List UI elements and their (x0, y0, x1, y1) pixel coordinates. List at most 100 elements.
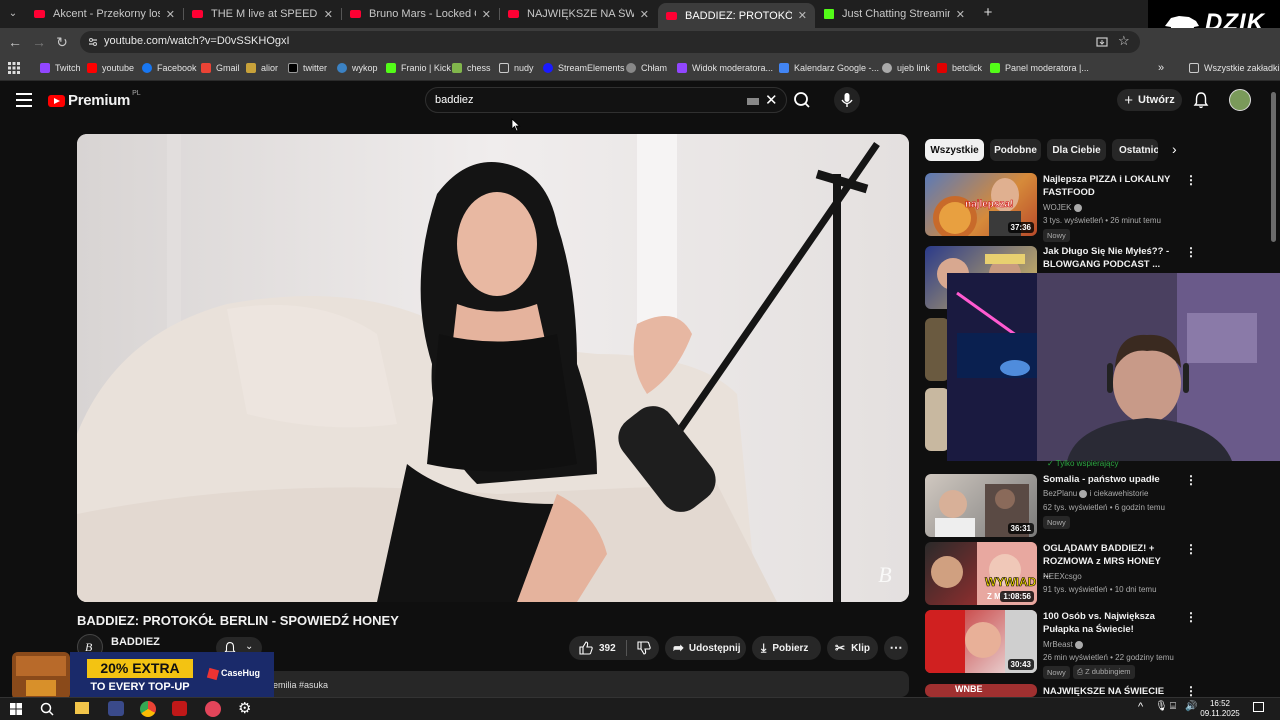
forward-arrow-icon[interactable]: → (30, 33, 48, 51)
tab-close-icon[interactable]: ✕ (956, 8, 965, 21)
video-player[interactable]: B (77, 134, 909, 602)
rec-thumbnail[interactable]: 30:43 (925, 610, 1037, 673)
rec-more-icon[interactable]: ⋮ (1185, 474, 1197, 486)
bookmark-betclick[interactable]: betclick (937, 61, 982, 75)
rec-thumbnail[interactable]: WYWIAD Z MRS.H 1:08:56 (925, 542, 1037, 605)
more-bookmarks-chevron-icon[interactable]: » (1158, 61, 1164, 75)
download-button[interactable]: ⤓ Pobierz (752, 636, 821, 660)
rec-more-icon[interactable]: ⋮ (1185, 246, 1197, 258)
bookmark-google-calendar[interactable]: Kalendarz Google -... (779, 61, 879, 75)
create-button[interactable]: + Utwórz (1117, 89, 1182, 111)
site-info-icon[interactable] (87, 36, 99, 48)
like-thumb-icon[interactable] (579, 641, 593, 655)
browser-tab-6[interactable]: Just Chatting Streaming - Live S ✕ (816, 3, 973, 25)
app-icon[interactable] (205, 701, 221, 717)
bookmark-chlam[interactable]: Chłam (626, 61, 667, 75)
chip-recent[interactable]: Ostatnio (1112, 139, 1158, 161)
clip-button[interactable]: ✂ Klip (827, 636, 878, 660)
rec-thumbnail[interactable]: WNBE (925, 684, 1037, 697)
windows-start-icon[interactable] (10, 703, 22, 715)
bookmark-streamelements[interactable]: StreamElements (543, 61, 625, 75)
rec-thumbnail[interactable] (925, 318, 949, 381)
more-actions-icon[interactable]: ⋯ (884, 636, 908, 660)
bookmark-ujeb-link[interactable]: ujeb link (882, 61, 930, 75)
bookmark-folder-nudy[interactable]: nudy (499, 61, 534, 75)
reload-icon[interactable]: ↻ (53, 33, 71, 51)
rec-title[interactable]: 100 Osób vs. Największa Pułapka na Świec… (1043, 610, 1171, 636)
tab-close-icon[interactable]: ✕ (640, 8, 649, 21)
dislike-thumb-icon[interactable] (637, 641, 651, 655)
tab-close-icon[interactable]: ✕ (166, 8, 175, 21)
rec-channel[interactable]: WOJEK (1043, 203, 1082, 212)
page-scrollbar[interactable] (1271, 92, 1276, 242)
channel-name[interactable]: BADDIEZ (111, 636, 160, 648)
tray-overflow-icon[interactable]: ^ (1138, 701, 1143, 713)
app-icon[interactable] (172, 701, 187, 716)
tab-close-icon[interactable]: ✕ (482, 8, 491, 21)
rec-title[interactable]: Jak Długo Się Nie Myłeś?? - BLOWGANG POD… (1043, 245, 1171, 271)
browser-tab-2[interactable]: THE M live at SPEEDLAND FEST ✕ (184, 3, 341, 25)
address-bar[interactable]: youtube.com/watch?v=D0vSSKHOgxI ☆ (80, 31, 1140, 53)
bookmark-facebook[interactable]: Facebook (142, 61, 197, 75)
microphone-icon[interactable] (834, 87, 860, 113)
browser-tab-1[interactable]: Akcent - Przekorny los (Oficjalny ✕ (26, 3, 183, 25)
rec-thumbnail[interactable] (925, 388, 949, 451)
rec-channel[interactable]: MrBeast (1043, 640, 1084, 649)
tab-close-icon[interactable]: ✕ (324, 8, 333, 21)
all-bookmarks-folder[interactable]: Wszystkie zakładki (1189, 61, 1280, 75)
clock[interactable]: 16:52 09.11.2025 (1200, 699, 1240, 719)
search-query[interactable]: baddiez (435, 94, 474, 106)
bookmark-widok-moderatora[interactable]: Widok moderatora... (677, 61, 773, 75)
apps-grid-icon[interactable] (8, 62, 20, 74)
tab-close-icon[interactable]: ✕ (798, 9, 807, 22)
notification-center-icon[interactable] (1253, 702, 1264, 712)
back-arrow-icon[interactable]: ← (6, 33, 24, 51)
like-count[interactable]: 392 (599, 643, 616, 654)
chip-related[interactable]: Podobne (990, 139, 1041, 161)
settings-gear-icon[interactable]: ⚙ (238, 699, 251, 717)
browser-tab-5-active[interactable]: BADDIEZ: PROTOKÓŁ BERLIN - ✕ (658, 3, 815, 28)
rec-title[interactable]: Somalia - państwo upadłe (1043, 473, 1171, 486)
volume-icon[interactable]: 🔊 (1185, 701, 1197, 712)
rec-thumbnail[interactable]: 36:31 (925, 474, 1037, 537)
search-input[interactable]: baddiez ✕ (425, 87, 787, 113)
new-tab-button[interactable]: + (979, 4, 997, 22)
file-explorer-icon[interactable] (75, 702, 89, 714)
youtube-premium-logo[interactable]: Premium PL (48, 90, 141, 109)
rec-more-icon[interactable]: ⋮ (1185, 543, 1197, 555)
install-app-icon[interactable] (1096, 36, 1108, 48)
keyboard-icon[interactable] (747, 98, 759, 105)
bookmark-gmail[interactable]: Gmail (201, 61, 240, 75)
bookmark-youtube[interactable]: youtube (87, 61, 134, 75)
rec-more-icon[interactable]: ⋮ (1185, 685, 1197, 697)
bookmark-wykop[interactable]: wykop (337, 61, 378, 75)
rec-channel[interactable]: NEEXcsgo (1043, 572, 1082, 581)
taskbar-search-icon[interactable] (40, 702, 54, 716)
chips-next-chevron-icon[interactable]: › (1172, 141, 1177, 157)
bookmark-star-icon[interactable]: ☆ (1118, 33, 1130, 49)
bookmark-alior[interactable]: alior (246, 61, 278, 75)
bookmark-twitter[interactable]: twitter (288, 61, 327, 75)
microphone-tray-icon[interactable]: 🎙 (1155, 701, 1168, 712)
rec-more-icon[interactable]: ⋮ (1185, 174, 1197, 186)
notifications-bell-icon[interactable] (1193, 91, 1209, 109)
rec-title[interactable]: Najlepsza PIZZA i LOKALNY FASTFOOD (1043, 173, 1171, 199)
clear-search-icon[interactable]: ✕ (765, 91, 778, 109)
browser-tab-4[interactable]: NAJWIĘKSZE NA ŚWIECIE ZAW ✕ (500, 3, 657, 25)
bookmark-twitch[interactable]: Twitch (40, 61, 81, 75)
bookmark-franio-kick[interactable]: Franio | Kick (386, 61, 451, 75)
tab-search-chevron-icon[interactable]: ⌄ (4, 5, 22, 23)
bookmark-panel-moderatora[interactable]: Panel moderatora |... (990, 61, 1089, 75)
app-icon[interactable] (108, 701, 124, 716)
menu-hamburger-icon[interactable] (16, 93, 32, 107)
url-text[interactable]: youtube.com/watch?v=D0vSSKHOgxI (104, 35, 290, 47)
search-icon[interactable] (787, 87, 817, 113)
chip-for-you[interactable]: Dla Ciebie (1047, 139, 1106, 161)
rec-channel[interactable]: BezPlanu i ciekawehistorie (1043, 489, 1148, 498)
browser-tab-3[interactable]: Bruno Mars - Locked Out Of Hea ✕ (342, 3, 499, 25)
bookmark-chess[interactable]: chess (452, 61, 491, 75)
rec-more-icon[interactable]: ⋮ (1185, 611, 1197, 623)
chrome-icon[interactable] (140, 701, 156, 717)
rec-thumbnail[interactable]: najlepsza! 37:36 (925, 173, 1037, 236)
network-icon[interactable]: ⌸ (1170, 701, 1176, 712)
